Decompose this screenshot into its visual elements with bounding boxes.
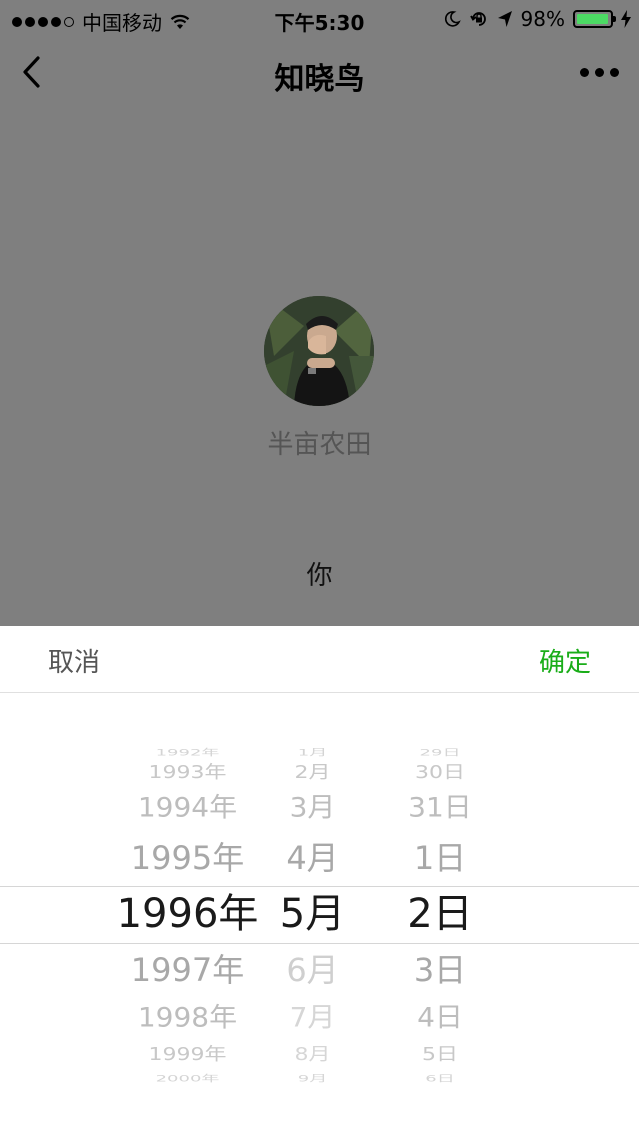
year-option[interactable]: 1998年 [100, 1004, 275, 1032]
day-option[interactable]: 1日 [395, 842, 485, 874]
month-wheel[interactable]: 1月 2月 3月 4月 5月 6月 7月 8月 9月 [270, 693, 355, 1136]
month-option[interactable]: 4月 [270, 842, 355, 874]
year-option[interactable]: 1992年 [100, 748, 275, 758]
cancel-button[interactable]: 取消 [48, 642, 100, 679]
battery-level [577, 14, 609, 24]
day-option[interactable]: 2日 [395, 894, 485, 934]
moon-icon [444, 11, 461, 27]
year-option[interactable]: 1993年 [100, 764, 275, 782]
year-option[interactable]: 1996年 [100, 894, 275, 934]
year-wheel[interactable]: 1992年 1993年 1994年 1995年 1996年 1997年 1998年 1999年… [100, 693, 275, 1136]
status-right: 98% [443, 7, 631, 31]
month-option[interactable]: 5月 [270, 894, 355, 934]
day-option[interactable]: 3日 [395, 954, 485, 986]
month-option[interactable]: 6月 [270, 954, 355, 986]
day-option[interactable]: 29日 [395, 748, 485, 758]
year-option[interactable]: 1999年 [100, 1046, 275, 1064]
date-wheel[interactable]: 1992年 1993年 1994年 1995年 1996年 1997年 1998年 1999年… [0, 693, 639, 1136]
battery-icon [573, 10, 616, 28]
page-title: 知晓鸟 [274, 62, 365, 97]
month-option[interactable]: 9月 [270, 1074, 355, 1084]
month-option[interactable]: 7月 [270, 1004, 355, 1032]
year-option[interactable]: 1994年 [100, 794, 275, 822]
month-option[interactable]: 1月 [270, 748, 355, 758]
year-option[interactable]: 2000年 [100, 1074, 275, 1084]
day-wheel[interactable]: 29日 30日 31日 1日 2日 3日 4日 5日 6日 [395, 693, 485, 1136]
rotation-lock-icon [469, 12, 486, 26]
day-option[interactable]: 31日 [395, 794, 485, 822]
month-option[interactable]: 8月 [270, 1046, 355, 1064]
more-button[interactable] [580, 60, 619, 84]
month-option[interactable]: 3月 [270, 794, 355, 822]
date-picker-sheet: 取消 确定 1992年 1993年 1994年 1995年 1996年 1997年 1998… [0, 626, 639, 1136]
day-option[interactable]: 5日 [395, 1046, 485, 1064]
picker-toolbar: 取消 确定 [0, 626, 639, 693]
username: 半亩农田 [267, 430, 372, 460]
battery-percent: 98% [520, 7, 565, 31]
day-option[interactable]: 6日 [395, 1074, 485, 1084]
status-bar: 中国移动 下午5:30 98% [0, 0, 639, 38]
location-arrow-icon [497, 11, 512, 27]
year-option[interactable]: 1997年 [100, 954, 275, 986]
month-option[interactable]: 2月 [270, 764, 355, 782]
confirm-button[interactable]: 确定 [539, 642, 591, 679]
more-dots-icon [580, 67, 589, 77]
avatar-photo [264, 296, 374, 406]
year-option[interactable]: 1995年 [100, 842, 275, 874]
charging-bolt-icon [621, 10, 631, 28]
day-option[interactable]: 4日 [395, 1004, 485, 1032]
prompt-label: 你 [306, 561, 333, 591]
day-option[interactable]: 30日 [395, 764, 485, 782]
nav-bar: 知晓鸟 [0, 38, 639, 108]
avatar[interactable] [264, 296, 374, 406]
